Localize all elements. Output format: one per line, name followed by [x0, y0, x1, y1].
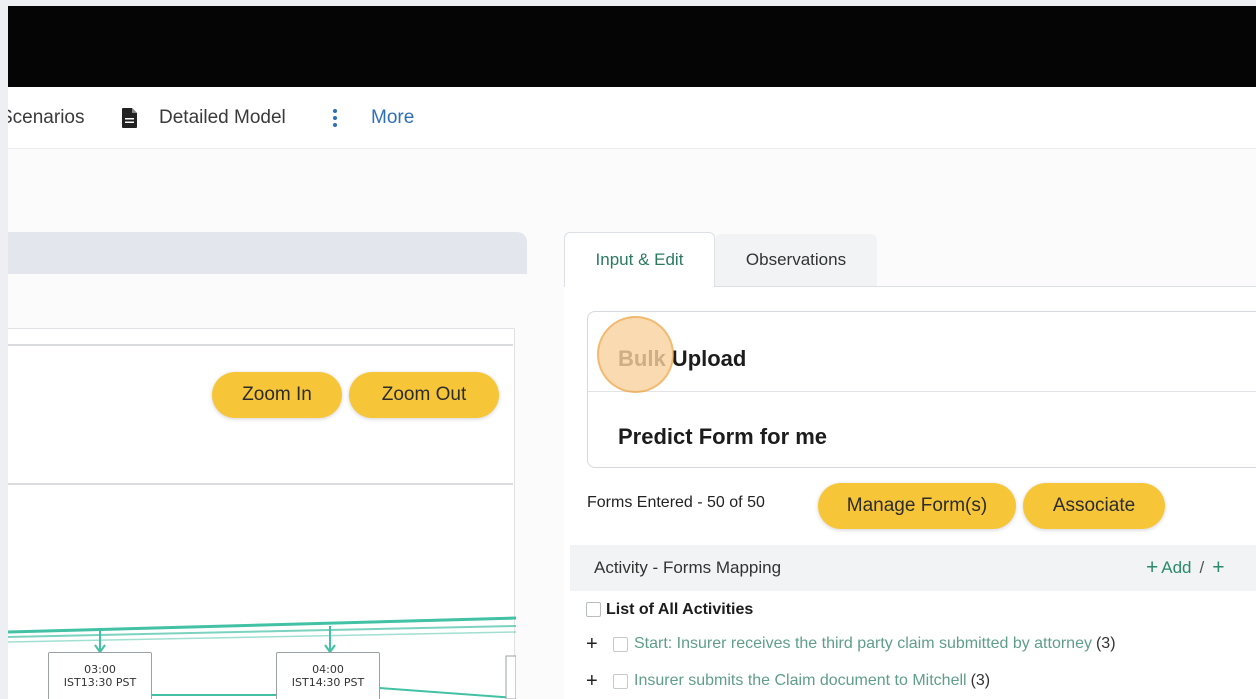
- add-label: Add: [1161, 558, 1192, 577]
- activity-checkbox[interactable]: [613, 636, 628, 652]
- mapping-title: Activity - Forms Mapping: [594, 558, 782, 577]
- process-diagram[interactable]: 03:00 IST13:30 PST 04:00 IST14:30 PST: [8, 598, 516, 699]
- activity-checkbox[interactable]: [613, 673, 628, 689]
- activity-label[interactable]: Insurer submits the Claim document to Mi…: [634, 672, 967, 690]
- associate-button[interactable]: Associate: [1023, 483, 1165, 529]
- nav-more[interactable]: More: [332, 87, 414, 149]
- select-all-checkbox[interactable]: [586, 602, 601, 617]
- zoom-out-button[interactable]: Zoom Out: [349, 372, 499, 418]
- list-all-activities: List of All Activities: [606, 601, 754, 618]
- separator: /: [1199, 558, 1205, 577]
- divider: [8, 344, 513, 346]
- input-options: Bulk Upload Predict Form for me: [587, 311, 1256, 468]
- nav-scenarios-label: Scenarios: [8, 107, 85, 128]
- node-timezone: IST14:30 PST: [291, 676, 365, 689]
- app-window: Scenarios Detailed Model More Zoom In Zo…: [8, 6, 1256, 699]
- manage-forms-button[interactable]: Manage Form(s): [818, 483, 1016, 529]
- tab-observations[interactable]: Observations: [715, 234, 877, 286]
- plus-icon: +: [1146, 556, 1159, 579]
- bulk-upload-label-start: Bulk: [618, 346, 666, 371]
- divider: [588, 391, 1256, 392]
- nav-more-label: More: [371, 107, 415, 128]
- divider: [8, 483, 513, 485]
- add-activity-link[interactable]: + Add / +: [1146, 545, 1228, 591]
- activity-label[interactable]: Start: Insurer receives the third party …: [634, 635, 1092, 653]
- expand-icon[interactable]: +: [586, 670, 600, 693]
- activity-row[interactable]: + Insurer submits the Claim document to …: [586, 669, 990, 693]
- nav-bar: Scenarios Detailed Model More: [8, 87, 1256, 149]
- kebab-menu-icon: [332, 109, 338, 127]
- flow-node[interactable]: 03:00 IST13:30 PST: [48, 652, 152, 699]
- nav-scenarios[interactable]: Scenarios: [8, 87, 85, 149]
- top-bar: [8, 6, 1256, 87]
- plus-icon[interactable]: +: [1212, 556, 1224, 580]
- bulk-upload-label-end: Upload: [665, 346, 747, 371]
- activity-count: (3): [970, 672, 991, 689]
- zoom-in-button[interactable]: Zoom In: [212, 372, 342, 418]
- node-timezone: IST13:30 PST: [63, 676, 137, 689]
- flow-node[interactable]: 04:00 IST14:30 PST: [276, 652, 380, 699]
- tab-input-edit[interactable]: Input & Edit: [564, 232, 715, 287]
- predict-form-option[interactable]: Predict Form for me: [618, 424, 827, 450]
- diagram-panel-header: [8, 232, 527, 274]
- document-icon: [122, 108, 137, 128]
- bulk-upload-option[interactable]: Bulk Upload: [618, 346, 746, 372]
- activity-row[interactable]: + Start: Insurer receives the third part…: [586, 632, 1116, 656]
- node-time: 03:00: [84, 663, 116, 676]
- activity-count: (3): [1095, 635, 1116, 652]
- forms-entered-count: Forms Entered - 50 of 50: [587, 494, 765, 511]
- node-time: 04:00: [312, 663, 344, 676]
- mapping-header: Activity - Forms Mapping + Add / +: [570, 545, 1256, 591]
- expand-icon[interactable]: +: [586, 633, 600, 656]
- nav-detailed-model[interactable]: Detailed Model: [122, 87, 286, 149]
- nav-detailed-model-label: Detailed Model: [159, 107, 286, 128]
